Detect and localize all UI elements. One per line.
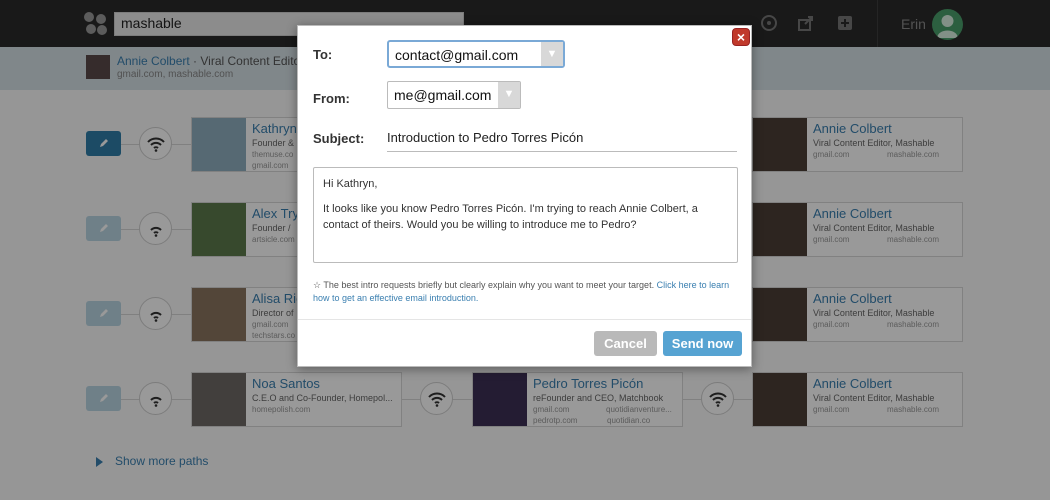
from-value: me@gmail.com: [394, 87, 492, 103]
to-select[interactable]: contact@gmail.com ▼: [387, 40, 565, 68]
to-value: contact@gmail.com: [395, 47, 519, 63]
chevron-down-icon[interactable]: ▼: [541, 42, 563, 66]
from-label: From:: [313, 91, 350, 106]
close-icon[interactable]: ×: [732, 28, 750, 46]
chevron-down-icon[interactable]: ▼: [498, 82, 520, 108]
subject-label: Subject:: [313, 131, 365, 146]
to-label: To:: [313, 47, 333, 62]
message-textarea[interactable]: Hi Kathryn, It looks like you know Pedro…: [313, 167, 738, 263]
subject-input[interactable]: Introduction to Pedro Torres Picón: [387, 130, 737, 152]
tip-text: ☆ The best intro requests briefly but cl…: [313, 280, 657, 290]
send-now-button[interactable]: Send now: [663, 331, 742, 356]
message-body: It looks like you know Pedro Torres Picó…: [323, 203, 698, 231]
intro-request-modal: × To: contact@gmail.com ▼ From: me@gmail…: [297, 25, 752, 367]
cancel-button[interactable]: Cancel: [594, 331, 657, 356]
message-greeting: Hi Kathryn,: [323, 178, 378, 190]
from-select[interactable]: me@gmail.com ▼: [387, 81, 521, 109]
divider: [298, 319, 751, 320]
intro-tip: ☆ The best intro requests briefly but cl…: [313, 279, 738, 305]
